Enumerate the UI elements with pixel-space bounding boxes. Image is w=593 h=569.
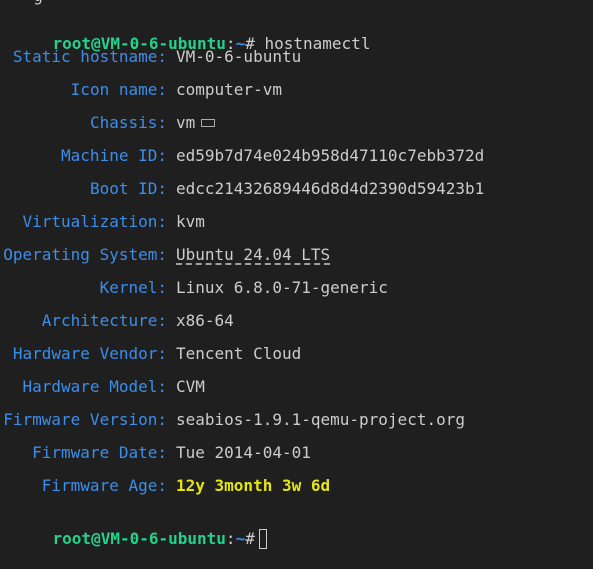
info-label: Hardware Vendor:	[12, 344, 167, 363]
info-value-text: 12y 3month 3w 6d	[176, 476, 331, 495]
info-row: Architecture: x86-64	[0, 311, 593, 331]
info-value[interactable]: Ubuntu 24.04 LTS	[176, 245, 330, 265]
prompt-user-host: root@VM-0-6-ubuntu	[52, 529, 226, 548]
info-row: Hardware Vendor: Tencent Cloud	[0, 344, 593, 364]
info-value: Linux 6.8.0-71-generic	[176, 278, 388, 298]
info-value: vm	[176, 113, 216, 133]
info-value-text: vm	[176, 113, 196, 132]
bottom-prompt-line[interactable]: root@VM-0-6-ubuntu:~#	[14, 509, 267, 549]
info-row: Icon name: computer-vm	[0, 80, 593, 100]
info-label: Firmware Version:	[3, 410, 167, 429]
info-value-text: ed59b7d74e024b958d47110c7ebb372d	[176, 146, 485, 165]
info-value: seabios-1.9.1-qemu-project.org	[176, 410, 465, 430]
partial-previous-line: g	[14, 0, 43, 6]
info-label: Hardware Model:	[22, 377, 168, 396]
prompt-path: ~	[235, 529, 246, 548]
info-label: Virtualization:	[22, 212, 168, 231]
info-value: x86-64	[176, 311, 234, 331]
info-value: 12y 3month 3w 6d	[176, 476, 330, 496]
prompt-separator: :	[225, 529, 236, 548]
info-label: Boot ID:	[89, 179, 167, 198]
info-value: VM-0-6-ubuntu	[176, 47, 301, 67]
info-value-text: Linux 6.8.0-71-generic	[176, 278, 388, 297]
info-value: computer-vm	[176, 80, 282, 100]
info-label: Operating System:	[3, 245, 167, 264]
info-row: Machine ID: ed59b7d74e024b958d47110c7ebb3…	[0, 146, 593, 166]
info-value-text: edcc21432689446d8d4d2390d59423b1	[176, 179, 485, 198]
info-label: Chassis:	[89, 113, 167, 132]
command-prompt-line: root@VM-0-6-ubuntu:~# hostnamectl	[14, 14, 371, 53]
info-value-text: Tencent Cloud	[176, 344, 302, 363]
prompt-symbol: #	[245, 529, 255, 548]
info-label: Icon name:	[70, 80, 167, 99]
info-value-text: computer-vm	[176, 80, 282, 99]
info-label: Static hostname:	[12, 47, 167, 66]
info-label: Firmware Date:	[32, 443, 167, 462]
info-row: Firmware Version: seabios-1.9.1-qemu-proj…	[0, 410, 593, 430]
info-value-text: Ubuntu 24.04 LTS	[176, 245, 331, 264]
info-label: Kernel:	[99, 278, 167, 297]
info-row: Boot ID: edcc21432689446d8d4d2390d59423b1	[0, 179, 593, 199]
info-row: Hardware Model: CVM	[0, 377, 593, 397]
info-value: Tue 2014-04-01	[176, 443, 311, 463]
info-value-text: Tue 2014-04-01	[176, 443, 311, 462]
info-value-text: kvm	[176, 212, 205, 231]
info-row: Kernel: Linux 6.8.0-71-generic	[0, 278, 593, 298]
info-value: CVM	[176, 377, 205, 397]
info-label: Architecture:	[41, 311, 167, 330]
info-row: Chassis: vm	[0, 113, 593, 133]
info-row: Operating System: Ubuntu 24.04 LTS	[0, 245, 593, 265]
info-value-text: x86-64	[176, 311, 234, 330]
info-value-text: seabios-1.9.1-qemu-project.org	[176, 410, 465, 429]
keyboard-icon	[201, 118, 216, 127]
info-row: Virtualization: kvm	[0, 212, 593, 232]
terminal-window[interactable]: g root@VM-0-6-ubuntu:~# hostnamectl Stat…	[0, 0, 593, 549]
info-label: Machine ID:	[61, 146, 167, 165]
info-value: Tencent Cloud	[176, 344, 301, 364]
info-row: Firmware Date: Tue 2014-04-01	[0, 443, 593, 463]
info-label: Firmware Age:	[41, 476, 167, 495]
info-value-text: CVM	[176, 377, 205, 396]
info-value: ed59b7d74e024b958d47110c7ebb372d	[176, 146, 484, 166]
info-row: Firmware Age: 12y 3month 3w 6d	[0, 476, 593, 496]
info-row: Static hostname: VM-0-6-ubuntu	[0, 47, 593, 67]
info-value-text: VM-0-6-ubuntu	[176, 47, 302, 66]
info-value: kvm	[176, 212, 205, 232]
terminal-cursor[interactable]	[258, 529, 267, 549]
info-value: edcc21432689446d8d4d2390d59423b1	[176, 179, 484, 199]
